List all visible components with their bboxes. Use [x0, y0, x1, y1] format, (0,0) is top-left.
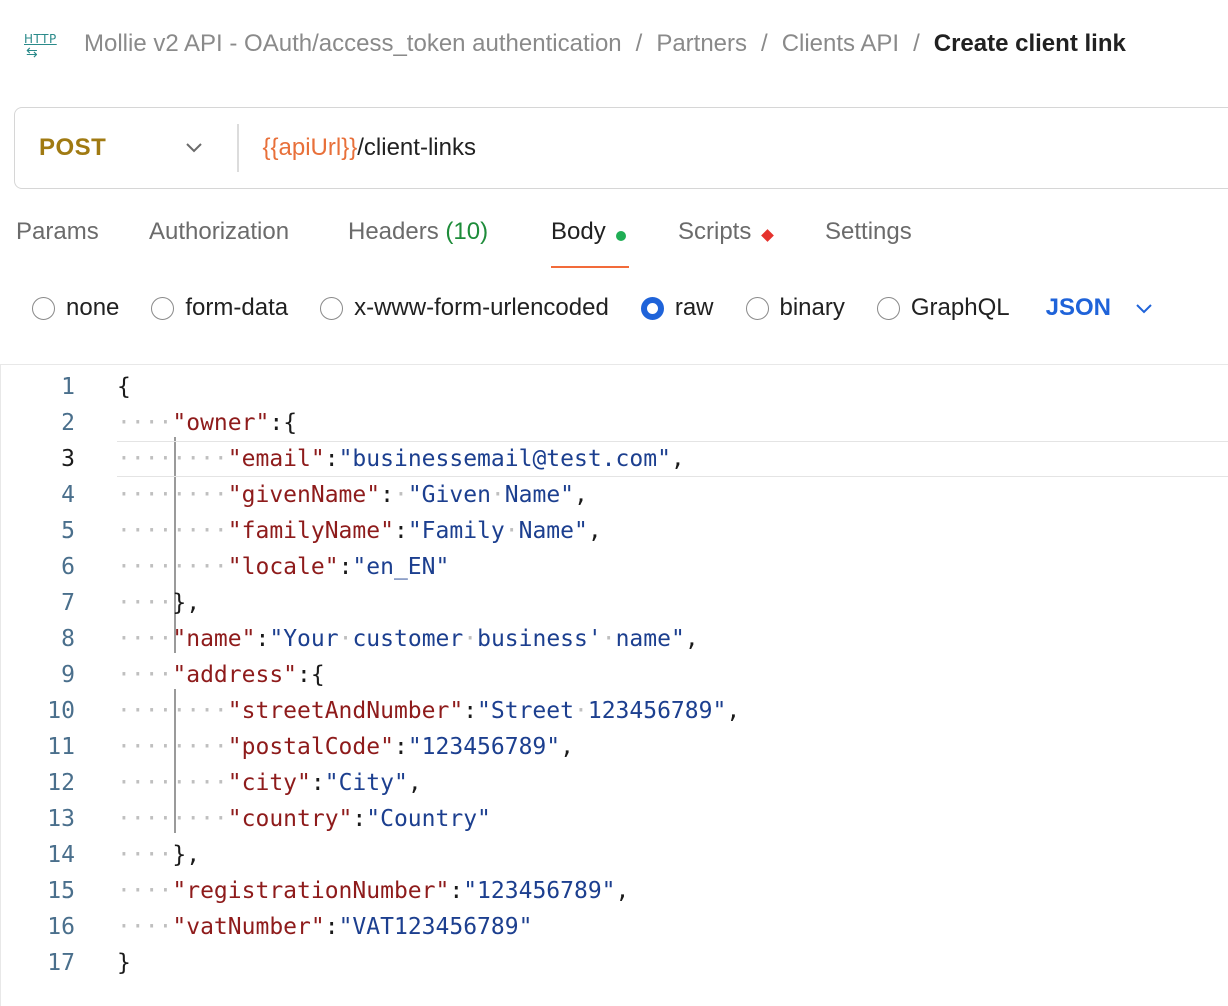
code-text: ····"address":{ [117, 662, 325, 688]
code-text: ····"owner":{ [117, 410, 298, 436]
code-text: ····"name":"Your·customer·business'·name… [117, 626, 699, 652]
radio-circle-icon [320, 296, 344, 320]
code-text: ········"email":"businessemail@test.com"… [117, 446, 685, 472]
http-icon: HTTP ⇆ [24, 32, 57, 60]
code-line[interactable]: 9 ····"address":{ [1, 657, 1228, 693]
radio-x-www-form-urlencoded[interactable]: x-www-form-urlencoded [320, 294, 609, 322]
radio-form-data[interactable]: form-data [151, 294, 288, 322]
line-number: 2 [61, 410, 75, 436]
body-type-selector: none form-data x-www-form-urlencoded raw… [32, 290, 1155, 326]
radio-binary[interactable]: binary [745, 294, 845, 322]
method-label: POST [39, 134, 107, 161]
line-number: 3 [61, 446, 75, 472]
body-active-dot-icon [615, 231, 626, 241]
radio-graphql[interactable]: GraphQL [876, 294, 1010, 322]
line-number: 16 [47, 914, 75, 940]
code-line[interactable]: 11 ········"postalCode":"123456789", [1, 729, 1228, 765]
code-text: ········"familyName":"Family·Name", [117, 518, 602, 544]
breadcrumb-collection[interactable]: Mollie v2 API - OAuth/access_token authe… [84, 30, 622, 58]
code-text: } [117, 950, 131, 976]
code-line[interactable]: 4 ········"givenName":·"Given·Name", [1, 477, 1228, 513]
code-line[interactable]: 10 ········"streetAndNumber":"Street·1234… [1, 693, 1228, 729]
breadcrumb-folder-partners[interactable]: Partners [656, 30, 747, 58]
language-label: JSON [1045, 294, 1111, 321]
radio-none[interactable]: none [32, 294, 119, 322]
breadcrumb-separator: / [761, 30, 768, 57]
code-text: ········"streetAndNumber":"Street·123456… [117, 698, 741, 724]
radio-circle-icon [32, 296, 55, 320]
url-divider [237, 124, 239, 172]
scripts-marker-icon [761, 229, 775, 242]
line-number: 9 [61, 662, 75, 688]
line-number: 15 [47, 878, 75, 904]
url-input[interactable]: {{apiUrl}}/client-links [263, 134, 476, 162]
code-line[interactable]: 3 ········"email":"businessemail@test.com… [1, 441, 1228, 477]
url-variable: {{apiUrl}} [262, 134, 358, 161]
request-title[interactable]: Create client link [934, 30, 1126, 58]
code-line[interactable]: 8 ····"name":"Your·customer·business'·nam… [1, 621, 1228, 657]
code-line[interactable]: 7 ····}, [1, 585, 1228, 621]
tab-authorization[interactable]: Authorization [149, 218, 348, 268]
method-selector[interactable]: POST [15, 108, 237, 188]
line-number: 10 [47, 698, 75, 724]
code-text: ········"givenName":·"Given·Name", [117, 482, 588, 508]
tab-settings[interactable]: Settings [825, 218, 912, 268]
radio-circle-icon [876, 296, 900, 320]
code-line[interactable]: 14 ····}, [1, 837, 1228, 873]
tab-scripts[interactable]: Scripts [678, 218, 825, 268]
tab-body[interactable]: Body [551, 218, 629, 268]
code-line[interactable]: 6 ········"locale":"en_EN" [1, 549, 1228, 585]
tab-spacer [629, 218, 678, 268]
chevron-down-icon [186, 143, 202, 153]
line-number: 1 [61, 374, 75, 400]
tab-headers[interactable]: Headers (10) [348, 218, 551, 268]
line-number: 12 [47, 770, 75, 796]
line-number: 14 [47, 842, 75, 868]
code-line[interactable]: 2 ····"owner":{ [1, 405, 1228, 441]
code-line[interactable]: 16 ····"vatNumber":"VAT123456789" [1, 909, 1228, 945]
radio-raw[interactable]: raw [640, 294, 714, 322]
chevron-down-icon [1136, 304, 1152, 314]
url-path: /client-links [357, 134, 476, 161]
tab-params[interactable]: Params [16, 218, 149, 268]
code-text: ····"registrationNumber":"123456789", [117, 878, 630, 904]
url-bar: POST {{apiUrl}}/client-links [14, 107, 1228, 189]
code-text: ········"city":"City", [117, 770, 422, 796]
line-number: 8 [61, 626, 75, 652]
code-text: ········"locale":"en_EN" [117, 554, 450, 580]
code-editor[interactable]: 1{2 ····"owner":{3 ········"email":"busine… [0, 364, 1228, 1006]
code-text: ····}, [117, 590, 201, 616]
breadcrumb-folder-clients-api[interactable]: Clients API [782, 30, 899, 58]
code-text: ········"postalCode":"123456789", [117, 734, 574, 760]
line-number: 13 [47, 806, 75, 832]
breadcrumb: HTTP ⇆ Mollie v2 API - OAuth/access_toke… [24, 26, 1126, 62]
code-text: ····}, [117, 842, 201, 868]
code-line[interactable]: 17} [1, 945, 1228, 981]
radio-selected-icon [640, 296, 664, 320]
line-number: 17 [47, 950, 75, 976]
radio-circle-icon [745, 296, 769, 320]
code-line[interactable]: 13 ········"country":"Country" [1, 801, 1228, 837]
breadcrumb-separator: / [913, 30, 920, 57]
request-tabs: Params Authorization Headers (10) Body S… [16, 218, 912, 268]
code-line[interactable]: 1{ [1, 369, 1228, 405]
line-number: 7 [61, 590, 75, 616]
code-text: { [117, 374, 131, 400]
code-text: ····"vatNumber":"VAT123456789" [117, 914, 533, 940]
radio-circle-icon [151, 296, 175, 320]
language-dropdown[interactable]: JSON [1046, 294, 1155, 322]
code-line[interactable]: 5 ········"familyName":"Family·Name", [1, 513, 1228, 549]
line-number: 6 [61, 554, 75, 580]
line-number: 11 [47, 734, 75, 760]
code-text: ········"country":"Country" [117, 806, 491, 832]
code-line[interactable]: 12 ········"city":"City", [1, 765, 1228, 801]
line-number: 5 [61, 518, 75, 544]
line-number: 4 [61, 482, 75, 508]
code-line[interactable]: 15 ····"registrationNumber":"123456789", [1, 873, 1228, 909]
breadcrumb-separator: / [635, 30, 643, 57]
headers-count: (10) [445, 218, 489, 245]
